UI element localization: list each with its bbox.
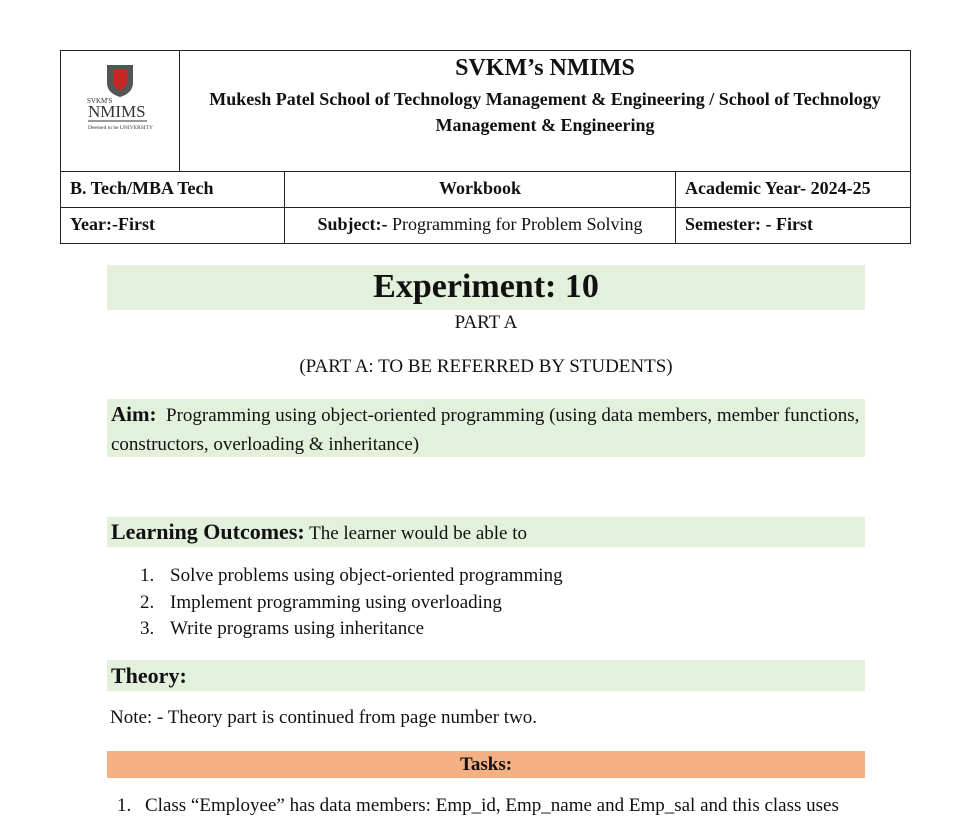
list-item: 3. Write programs using inheritance: [140, 618, 425, 639]
learning-outcomes-label: Learning Outcomes:: [111, 519, 305, 544]
academic-year-cell: Academic Year- 2024-25: [685, 178, 871, 198]
logo-tagline: Deemed to be UNIVERSITY: [88, 125, 153, 131]
subject-value: Programming for Problem Solving: [387, 214, 643, 234]
theory-note: Note: - Theory part is continued from pa…: [110, 707, 538, 728]
book-cell: Workbook: [285, 172, 676, 207]
part-label: PART A: [454, 312, 518, 333]
task-item: 1. Class “Employee” has data members: Emp…: [117, 795, 839, 816]
year-cell: Year:-First: [61, 208, 285, 244]
part-note: (PART A: TO BE REFERRED BY STUDENTS): [299, 356, 673, 377]
list-item: 1. Solve problems using object-oriented p…: [140, 565, 563, 586]
org-title: SVKM’s NMIMS: [455, 55, 635, 81]
org-subtitle: Mukesh Patel School of Technology Manage…: [209, 89, 881, 135]
logo-cell: SVKM'S NMIMS Deemed to be UNIVERSITY: [61, 51, 180, 171]
aim-text: Programming using object-oriented progra…: [111, 405, 860, 455]
logo-main-text: NMIMS: [88, 102, 146, 121]
learning-outcomes-intro: The learner would be able to: [304, 523, 527, 544]
theory-heading: Theory:: [107, 660, 865, 691]
header-row-1: B. Tech/MBA Tech Workbook Academic Year-…: [61, 171, 910, 207]
nmims-logo: SVKM'S NMIMS Deemed to be UNIVERSITY: [87, 65, 153, 131]
header-row-2: Year:-First Subject:- Programming for Pr…: [61, 207, 910, 244]
list-item: 2. Implement programming using overloadin…: [140, 591, 502, 613]
experiment-title: Experiment: 10: [107, 265, 865, 310]
outcomes-list: 1. Solve problems using object-oriented p…: [140, 563, 563, 643]
aim-section: Aim: Programming using object-oriented p…: [107, 399, 865, 457]
aim-label: Aim:: [111, 402, 157, 426]
subject-label: Subject:-: [317, 214, 388, 234]
title-cell: SVKM’s NMIMS Mukesh Patel School of Tech…: [180, 51, 910, 171]
subject-cell: Subject:- Programming for Problem Solvin…: [285, 208, 676, 244]
learning-outcomes-heading: Learning Outcomes: The learner would be …: [107, 517, 865, 547]
tasks-heading: Tasks:: [107, 751, 865, 778]
program-cell: B. Tech/MBA Tech: [61, 172, 285, 207]
header-table: SVKM'S NMIMS Deemed to be UNIVERSITY SVK…: [60, 50, 911, 244]
semester-cell: Semester: - First: [685, 214, 813, 234]
